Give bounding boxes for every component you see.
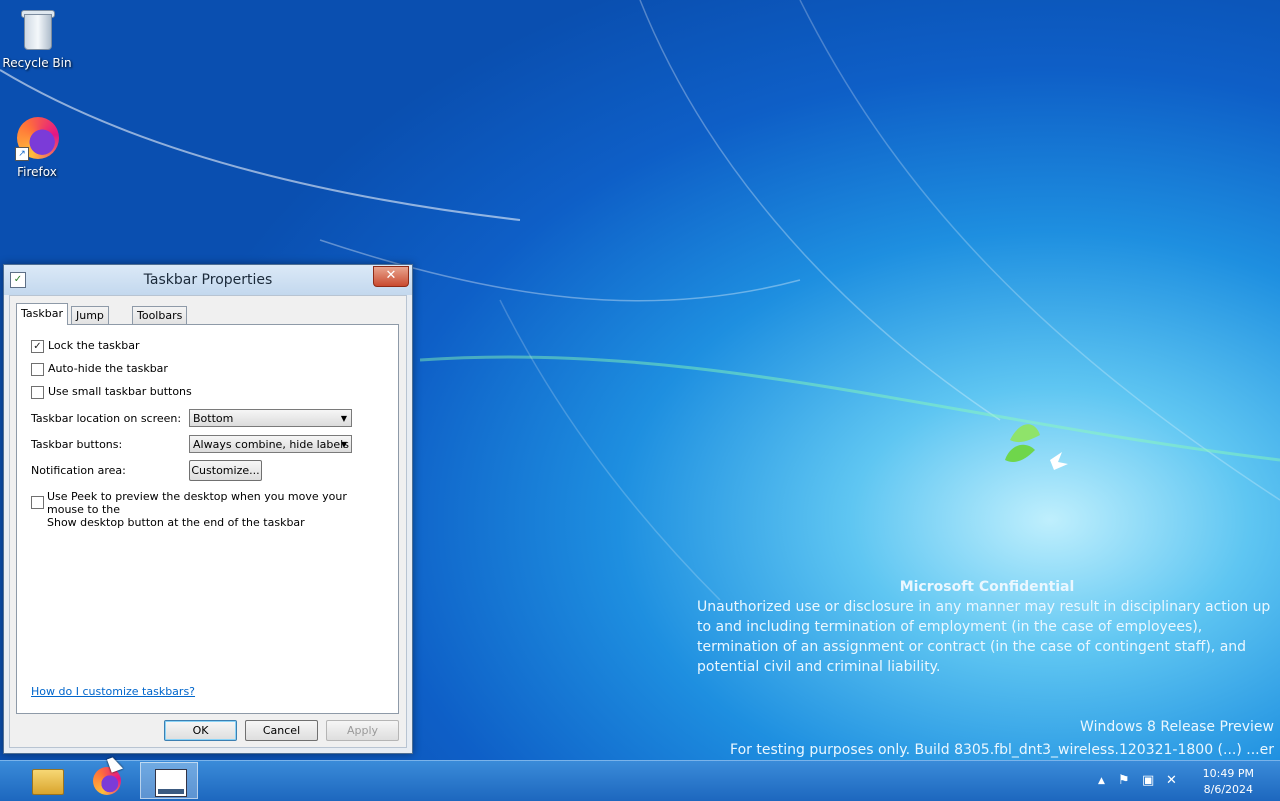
properties-icon: [155, 769, 187, 797]
clock-date: 8/6/2024: [1203, 783, 1254, 796]
small-buttons-label: Use small taskbar buttons: [48, 385, 192, 398]
notification-area: ▲ ⚑ ▣ ✕ 10:49 PM 8/6/2024: [1090, 761, 1280, 801]
confidential-body: Unauthorized use or disclosure in any ma…: [697, 599, 1271, 675]
location-select[interactable]: Bottom ▼: [189, 409, 352, 427]
taskbar-properties-dialog: ✓ Taskbar Properties ✕ Taskbar Jump List…: [3, 264, 413, 754]
desktop-icon-firefox[interactable]: ↗ Firefox: [0, 115, 74, 179]
cancel-button[interactable]: Cancel: [245, 720, 318, 741]
peek-label-line1: Use Peek to preview the desktop when you…: [47, 490, 347, 516]
taskbar-button-firefox[interactable]: [79, 762, 137, 799]
customize-button[interactable]: Customize...: [189, 460, 262, 481]
close-button[interactable]: ✕: [373, 266, 409, 287]
help-link[interactable]: How do I customize taskbars?: [31, 685, 195, 698]
firefox-icon: [93, 767, 121, 795]
option-lock-taskbar[interactable]: ✓ Lock the taskbar: [31, 339, 140, 353]
build-info: Windows 8 Release Preview For testing pu…: [730, 716, 1274, 760]
tab-toolbars[interactable]: Toolbars: [132, 306, 188, 324]
dialog-titlebar[interactable]: ✓ Taskbar Properties ✕: [4, 265, 412, 295]
peek-label-line2: Show desktop button at the end of the ta…: [47, 516, 305, 529]
dropdown-arrow-icon: ▼: [340, 440, 347, 449]
option-small-buttons[interactable]: Use small taskbar buttons: [31, 385, 192, 399]
location-value: Bottom: [193, 412, 234, 425]
build-text: For testing purposes only. Build 8305.fb…: [730, 742, 1274, 758]
network-icon[interactable]: ▣: [1142, 773, 1154, 788]
clock-time: 10:49 PM: [1202, 767, 1254, 780]
notification-area-label: Notification area:: [31, 464, 126, 477]
auto-hide-checkbox[interactable]: [31, 362, 44, 376]
recycle-bin-icon: [13, 6, 61, 54]
tab-taskbar[interactable]: Taskbar: [16, 303, 68, 325]
taskbar-buttons-value: Always combine, hide labels: [193, 438, 349, 451]
option-peek[interactable]: Use Peek to preview the desktop when you…: [31, 490, 386, 529]
firefox-icon: ↗: [13, 115, 61, 163]
ok-button[interactable]: OK: [164, 720, 237, 741]
volume-muted-icon[interactable]: ✕: [1166, 773, 1177, 788]
small-buttons-checkbox[interactable]: [31, 385, 44, 399]
dialog-body: Taskbar Jump Lists Toolbars ✓ Lock the ta…: [9, 295, 407, 748]
option-auto-hide[interactable]: Auto-hide the taskbar: [31, 362, 168, 376]
desktop-icon-label: Firefox: [17, 165, 57, 179]
tab-panel-taskbar: ✓ Lock the taskbar Auto-hide the taskbar …: [16, 324, 399, 714]
dropdown-arrow-icon: ▼: [340, 414, 347, 423]
peek-checkbox[interactable]: [31, 496, 44, 509]
action-center-flag-icon[interactable]: ⚑: [1118, 773, 1130, 788]
taskbar-button-file-explorer[interactable]: [18, 762, 76, 799]
tab-jump-lists[interactable]: Jump Lists: [71, 306, 109, 339]
taskbar-buttons-label: Taskbar buttons:: [31, 438, 123, 451]
shortcut-arrow-icon: ↗: [15, 147, 29, 161]
folder-icon: [32, 769, 64, 795]
taskbar-buttons-select[interactable]: Always combine, hide labels ▼: [189, 435, 352, 453]
confidential-title: Microsoft Confidential: [899, 579, 1075, 595]
taskbar-button-taskbar-properties[interactable]: [140, 762, 198, 799]
location-label: Taskbar location on screen:: [31, 412, 182, 425]
desktop-icon-label: Recycle Bin: [2, 56, 72, 70]
confidential-notice: Microsoft Confidential Unauthorized use …: [697, 577, 1277, 677]
auto-hide-label: Auto-hide the taskbar: [48, 362, 168, 375]
taskbar: ▲ ⚑ ▣ ✕ 10:49 PM 8/6/2024: [0, 760, 1280, 801]
edition-text: Windows 8 Release Preview: [1080, 719, 1274, 735]
clock[interactable]: 10:49 PM 8/6/2024: [1203, 766, 1254, 798]
show-hidden-icons-chevron[interactable]: ▲: [1098, 776, 1105, 786]
lock-checkbox[interactable]: ✓: [31, 339, 44, 353]
apply-button[interactable]: Apply: [326, 720, 399, 741]
lock-label: Lock the taskbar: [48, 339, 140, 352]
dialog-title: Taskbar Properties: [143, 272, 273, 288]
desktop-icon-recycle-bin[interactable]: Recycle Bin: [0, 6, 74, 70]
